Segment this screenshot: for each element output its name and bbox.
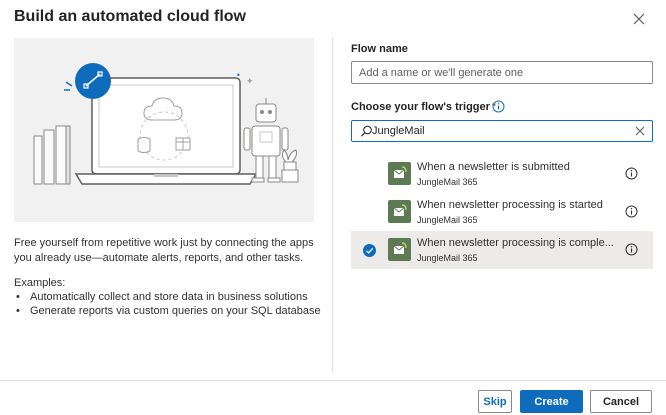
books-illustration (33, 125, 71, 185)
trigger-search-input[interactable] (372, 121, 622, 141)
flow-name-label: Flow name (351, 43, 408, 55)
info-icon[interactable] (625, 243, 638, 256)
trigger-option[interactable]: When newsletter processing is started Ju… (351, 193, 653, 231)
vertical-divider (332, 38, 333, 372)
svg-text:•: • (236, 71, 241, 80)
trigger-label-text: Choose your flow's trigger (351, 101, 490, 113)
clear-search-icon[interactable] (635, 126, 645, 136)
checkmark-icon (363, 244, 376, 257)
trigger-title: When newsletter processing is comple... (417, 237, 614, 249)
flow-badge-illustration (64, 63, 111, 99)
junglemail-logo-icon (388, 200, 411, 223)
svg-text:✦: ✦ (246, 77, 254, 87)
plant-illustration (281, 149, 299, 183)
trigger-label: Choose your flow's trigger * (351, 101, 496, 113)
close-icon[interactable] (631, 11, 647, 27)
info-icon[interactable] (492, 100, 505, 113)
trigger-connector: JungleMail 365 (417, 177, 478, 187)
trigger-option[interactable]: When a newsletter is submitted JungleMai… (351, 155, 653, 193)
trigger-connector: JungleMail 365 (417, 253, 478, 263)
info-icon[interactable] (625, 205, 638, 218)
junglemail-logo-icon (388, 162, 411, 185)
info-icon[interactable] (625, 167, 638, 180)
robot-illustration (243, 98, 289, 183)
trigger-connector: JungleMail 365 (417, 215, 478, 225)
examples-title: Examples: (14, 277, 66, 289)
create-button[interactable]: Create (520, 390, 583, 413)
intro-description: Free yourself from repetitive work just … (14, 237, 314, 264)
junglemail-logo-icon (388, 238, 411, 261)
trigger-search-box[interactable] (351, 120, 653, 142)
trigger-title: When a newsletter is submitted (417, 161, 570, 173)
dialog-title: Build an automated cloud flow (14, 8, 246, 25)
examples-list: Automatically collect and store data in … (14, 290, 321, 318)
example-item: Automatically collect and store data in … (14, 290, 321, 304)
skip-button[interactable]: Skip (478, 390, 512, 413)
hero-illustration: • ✦ (14, 38, 314, 222)
cancel-button[interactable]: Cancel (590, 390, 652, 413)
footer-divider (0, 380, 666, 381)
example-item: Generate reports via custom queries on y… (14, 304, 321, 318)
flow-name-input[interactable] (351, 61, 653, 84)
trigger-title: When newsletter processing is started (417, 199, 603, 211)
trigger-option-selected[interactable]: When newsletter processing is comple... … (351, 231, 653, 269)
